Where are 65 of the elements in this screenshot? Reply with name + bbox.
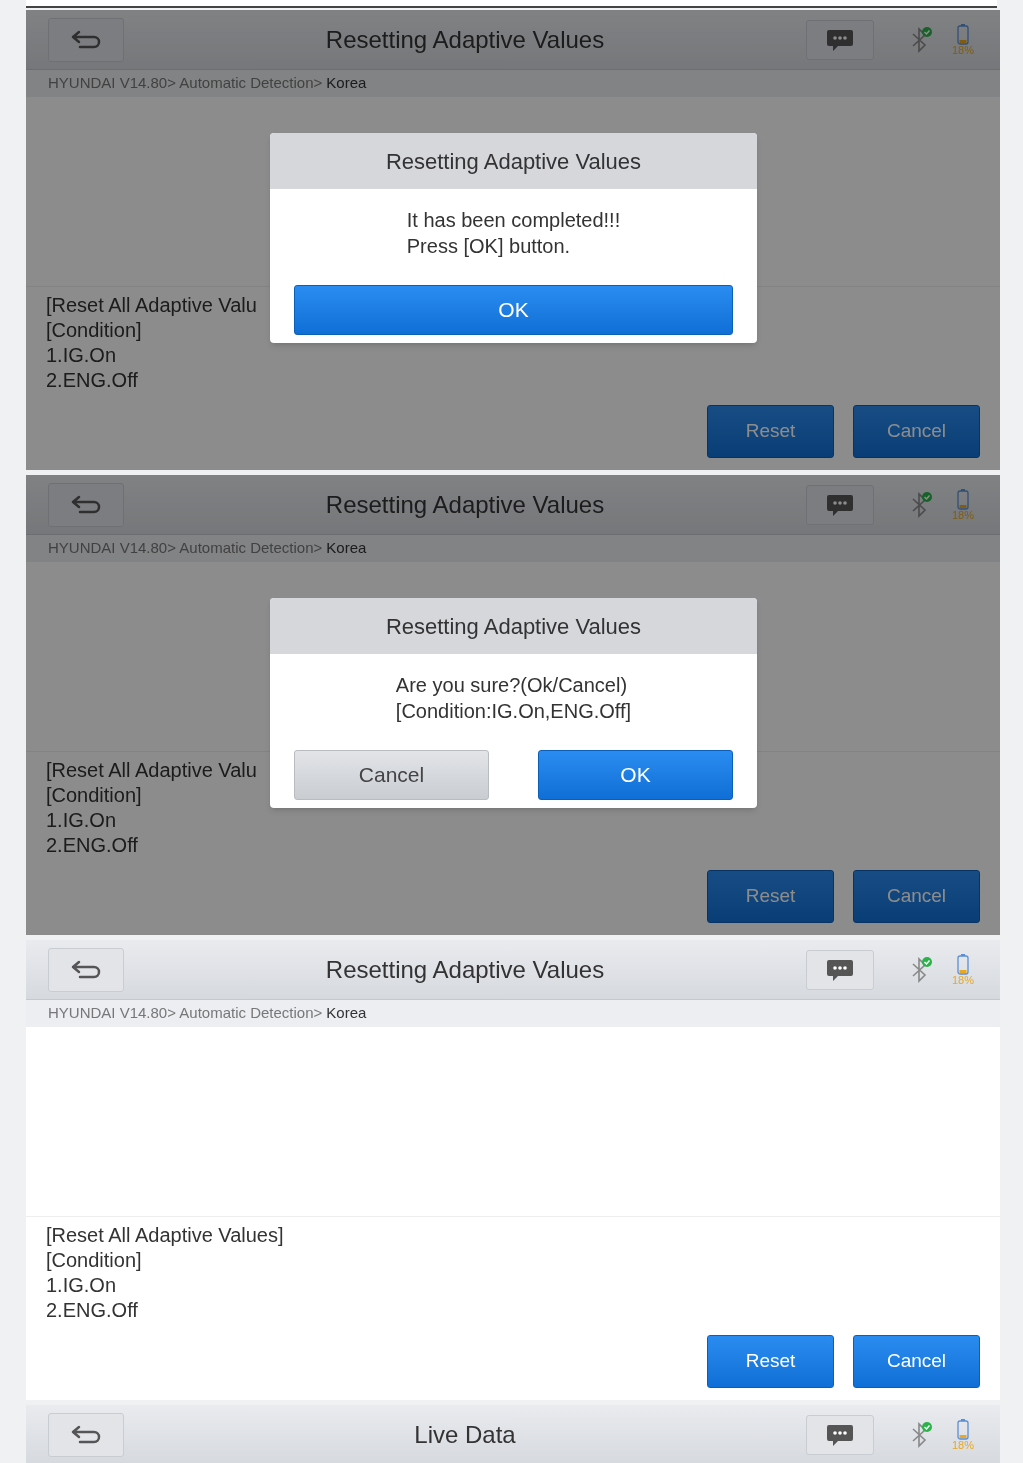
breadcrumb-current: Korea: [326, 538, 367, 559]
breadcrumb-current: Korea: [326, 73, 367, 94]
back-button[interactable]: [48, 947, 124, 992]
back-icon: [70, 493, 102, 516]
instruction-line: 1.IG.On: [46, 1273, 117, 1298]
instruction-line: [Reset All Adaptive Valu: [46, 293, 257, 318]
action-button[interactable]: Cancel: [853, 870, 980, 923]
action-button[interactable]: Cancel: [853, 1335, 980, 1388]
action-button[interactable]: Reset: [707, 405, 834, 458]
back-button[interactable]: [48, 17, 124, 62]
battery-icon: [957, 1418, 969, 1440]
instruction-line: [Reset All Adaptive Values]: [46, 1223, 284, 1248]
screen-title: Resetting Adaptive Values: [325, 24, 605, 55]
dialog-message-line: It has been completed!!!: [406, 208, 621, 233]
instruction-line: 1.IG.On: [46, 808, 117, 833]
action-button[interactable]: Reset: [707, 870, 834, 923]
back-icon: [70, 958, 102, 981]
dialog-message-line: Are you sure?(Ok/Cancel): [395, 673, 628, 698]
battery-level: 18%: [952, 510, 974, 521]
battery-icon: [957, 953, 969, 975]
bluetooth-icon: [910, 25, 934, 54]
instruction-line: 2.ENG.Off: [46, 833, 138, 858]
message-button[interactable]: [806, 484, 874, 525]
battery-level: 18%: [952, 45, 974, 56]
back-button[interactable]: [48, 482, 124, 527]
message-button[interactable]: [806, 19, 874, 60]
bluetooth-icon: [910, 955, 934, 984]
chat-icon: [826, 27, 854, 52]
battery-icon: [957, 23, 969, 45]
battery-level: 18%: [952, 975, 974, 986]
bluetooth-icon: [910, 490, 934, 519]
instruction-line: [Condition]: [46, 783, 142, 808]
screen-title: Live Data: [414, 1419, 516, 1450]
breadcrumb-current: Korea: [326, 1003, 367, 1024]
breadcrumb-path: HYUNDAI V14.80> Automatic Detection>: [48, 1003, 323, 1024]
back-icon: [70, 1423, 102, 1446]
instruction-line: [Condition]: [46, 1248, 142, 1273]
instruction-line: 2.ENG.Off: [46, 1298, 138, 1323]
back-button[interactable]: [48, 1412, 124, 1457]
ok-button[interactable]: OK: [294, 285, 733, 335]
dialog-message-line: Press [OK] button.: [406, 234, 571, 259]
action-button[interactable]: Cancel: [853, 405, 980, 458]
ok-button[interactable]: OK: [538, 750, 733, 800]
dialog-title: Resetting Adaptive Values: [385, 612, 642, 641]
chat-icon: [826, 492, 854, 517]
screen-title: Resetting Adaptive Values: [325, 954, 605, 985]
chat-icon: [826, 957, 854, 982]
instruction-line: [Condition]: [46, 318, 142, 343]
dialog-title: Resetting Adaptive Values: [385, 147, 642, 176]
message-button[interactable]: [806, 949, 874, 990]
chat-icon: [826, 1422, 854, 1447]
battery-icon: [957, 488, 969, 510]
action-button[interactable]: Reset: [707, 1335, 834, 1388]
bluetooth-icon: [910, 1420, 934, 1449]
cancel-button[interactable]: Cancel: [294, 750, 489, 800]
instruction-line: 1.IG.On: [46, 343, 117, 368]
dialog-message-line: [Condition:IG.On,ENG.Off]: [395, 699, 632, 724]
instruction-line: [Reset All Adaptive Valu: [46, 758, 257, 783]
message-button[interactable]: [806, 1414, 874, 1455]
battery-level: 18%: [952, 1440, 974, 1451]
instruction-line: 2.ENG.Off: [46, 368, 138, 393]
screen-title: Resetting Adaptive Values: [325, 489, 605, 520]
breadcrumb-path: HYUNDAI V14.80> Automatic Detection>: [48, 73, 323, 94]
breadcrumb-path: HYUNDAI V14.80> Automatic Detection>: [48, 538, 323, 559]
back-icon: [70, 28, 102, 51]
